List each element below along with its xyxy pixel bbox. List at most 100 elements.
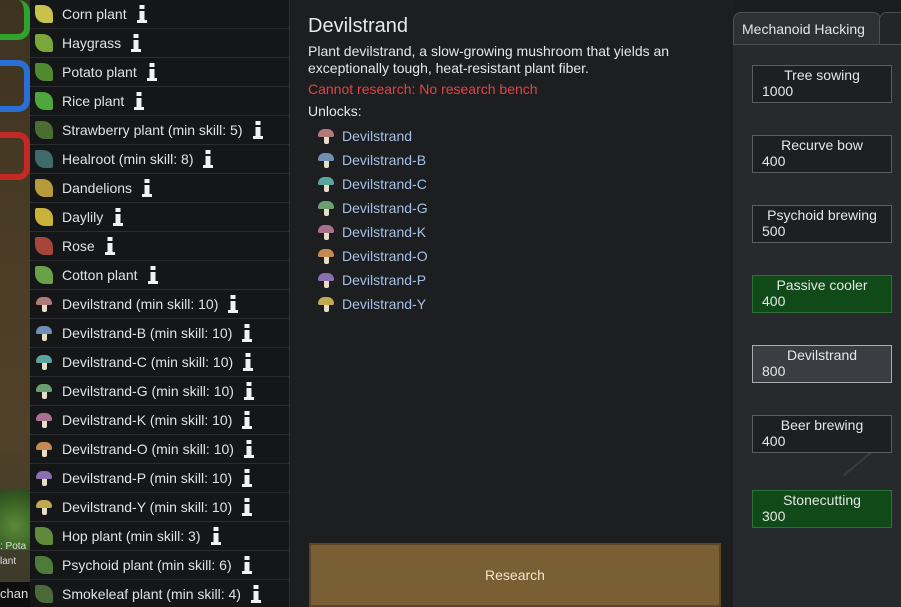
- research-detail-panel: Devilstrand Plant devilstrand, a slow-gr…: [291, 0, 732, 607]
- plant-option[interactable]: Devilstrand-Y (min skill: 10): [30, 493, 289, 522]
- unlock-item-label: Devilstrand-G: [342, 200, 428, 216]
- info-icon[interactable]: [135, 4, 149, 24]
- plant-option-label: Strawberry plant (min skill: 5): [62, 122, 243, 138]
- info-icon[interactable]: [240, 410, 254, 430]
- research-node[interactable]: Devilstrand 800: [752, 345, 892, 383]
- info-icon[interactable]: [209, 526, 223, 546]
- world-bottom-bar: chan: [0, 582, 30, 607]
- unlock-item[interactable]: Devilstrand: [317, 124, 428, 148]
- research-button[interactable]: Research: [309, 543, 721, 607]
- research-node-name: Devilstrand: [786, 347, 858, 363]
- research-node-cost: 1000: [762, 83, 794, 99]
- plant-option-label: Devilstrand-Y (min skill: 10): [62, 499, 233, 515]
- plant-option-label: Devilstrand-G (min skill: 10): [62, 383, 234, 399]
- research-node[interactable]: Recurve bow 400: [752, 135, 892, 173]
- unlock-item[interactable]: Devilstrand-G: [317, 196, 428, 220]
- plant-select-list: Corn plant Haygrass Potato plant Rice plant…: [30, 0, 290, 607]
- info-icon[interactable]: [103, 236, 117, 256]
- info-icon[interactable]: [226, 294, 240, 314]
- unlock-item[interactable]: Devilstrand-C: [317, 172, 428, 196]
- plant-option-label: Devilstrand-C (min skill: 10): [62, 354, 234, 370]
- plant-option-label: Corn plant: [62, 6, 127, 22]
- plant-option[interactable]: Devilstrand-B (min skill: 10): [30, 319, 289, 348]
- info-icon[interactable]: [249, 584, 263, 604]
- research-node-name: Passive cooler: [776, 277, 868, 293]
- plant-option-label: Cotton plant: [62, 267, 138, 283]
- info-icon[interactable]: [251, 120, 265, 140]
- plant-option-label: Potato plant: [62, 64, 137, 80]
- info-icon[interactable]: [242, 439, 256, 459]
- world-view[interactable]: : Pota lant chan: [0, 0, 30, 607]
- info-icon[interactable]: [201, 149, 215, 169]
- hop-icon: [32, 524, 56, 548]
- plant-option[interactable]: Rice plant: [30, 87, 289, 116]
- tab-mechanoid-hacking[interactable]: Mechanoid Hacking: [733, 12, 881, 44]
- plant-option[interactable]: Dandelions: [30, 174, 289, 203]
- plant-option[interactable]: Healroot (min skill: 8): [30, 145, 289, 174]
- research-node-name: Beer brewing: [780, 417, 864, 433]
- game-screen: : Pota lant chan Corn plant Haygrass Potat…: [0, 0, 901, 607]
- unlock-item[interactable]: Devilstrand-B: [317, 148, 428, 172]
- world-plant-label-1: : Pota: [0, 541, 27, 552]
- unlock-item[interactable]: Devilstrand-Y: [317, 292, 428, 316]
- plant-option[interactable]: Devilstrand-P (min skill: 10): [30, 464, 289, 493]
- info-icon[interactable]: [240, 323, 254, 343]
- research-node[interactable]: Beer brewing 400: [752, 415, 892, 453]
- info-icon[interactable]: [240, 555, 254, 575]
- info-icon[interactable]: [240, 497, 254, 517]
- info-icon[interactable]: [242, 381, 256, 401]
- info-icon[interactable]: [146, 265, 160, 285]
- research-description: Plant devilstrand, a slow-growing mushro…: [308, 43, 670, 76]
- mushroom-o-icon: [317, 247, 335, 265]
- plant-option[interactable]: Devilstrand-C (min skill: 10): [30, 348, 289, 377]
- blue-pipe: [0, 60, 30, 112]
- green-pipe: [0, 0, 30, 40]
- plant-option[interactable]: Psychoid plant (min skill: 6): [30, 551, 289, 580]
- plant-option[interactable]: Devilstrand-G (min skill: 10): [30, 377, 289, 406]
- plant-option[interactable]: Haygrass: [30, 29, 289, 58]
- red-pipe: [0, 132, 30, 180]
- mushroom-icon: [32, 292, 56, 316]
- unlock-item-label: Devilstrand-C: [342, 176, 427, 192]
- plant-option-label: Smokeleaf plant (min skill: 4): [62, 586, 241, 602]
- plant-option[interactable]: Cotton plant: [30, 261, 289, 290]
- unlock-item[interactable]: Devilstrand-O: [317, 244, 428, 268]
- unlock-item-label: Devilstrand: [342, 128, 413, 144]
- info-icon[interactable]: [111, 207, 125, 227]
- tab-next[interactable]: [879, 12, 901, 44]
- plant-option[interactable]: Potato plant: [30, 58, 289, 87]
- plant-option[interactable]: Devilstrand (min skill: 10): [30, 290, 289, 319]
- plant-option[interactable]: Devilstrand-O (min skill: 10): [30, 435, 289, 464]
- plant-option[interactable]: Hop plant (min skill: 3): [30, 522, 289, 551]
- unlock-item-label: Devilstrand-O: [342, 248, 428, 264]
- plant-option[interactable]: Smokeleaf plant (min skill: 4): [30, 580, 289, 607]
- mushroom-c-icon: [317, 175, 335, 193]
- plant-option-label: Psychoid plant (min skill: 6): [62, 557, 232, 573]
- research-node-cost: 300: [762, 508, 786, 524]
- research-node-name: Recurve bow: [781, 137, 863, 153]
- research-node-name: Tree sowing: [784, 67, 860, 83]
- research-node[interactable]: Tree sowing 1000: [752, 65, 892, 103]
- plant-option[interactable]: Daylily: [30, 203, 289, 232]
- healroot-icon: [32, 147, 56, 171]
- plant-option[interactable]: Corn plant: [30, 0, 289, 29]
- info-icon[interactable]: [145, 62, 159, 82]
- plant-option[interactable]: Rose: [30, 232, 289, 261]
- research-node[interactable]: Passive cooler 400: [752, 275, 892, 313]
- info-icon[interactable]: [140, 178, 154, 198]
- unlock-item[interactable]: Devilstrand-P: [317, 268, 428, 292]
- info-icon[interactable]: [240, 468, 254, 488]
- research-node[interactable]: Psychoid brewing 500: [752, 205, 892, 243]
- plant-option[interactable]: Devilstrand-K (min skill: 10): [30, 406, 289, 435]
- mushroom-b-icon: [317, 151, 335, 169]
- research-node[interactable]: Stonecutting 300: [752, 490, 892, 528]
- rice-icon: [32, 89, 56, 113]
- info-icon[interactable]: [129, 33, 143, 53]
- plant-option[interactable]: Strawberry plant (min skill: 5): [30, 116, 289, 145]
- info-icon[interactable]: [241, 352, 255, 372]
- info-icon[interactable]: [132, 91, 146, 111]
- plant-option-label: Devilstrand-P (min skill: 10): [62, 470, 233, 486]
- plant-option-label: Devilstrand-B (min skill: 10): [62, 325, 233, 341]
- unlock-item[interactable]: Devilstrand-K: [317, 220, 428, 244]
- plant-option-label: Dandelions: [62, 180, 133, 196]
